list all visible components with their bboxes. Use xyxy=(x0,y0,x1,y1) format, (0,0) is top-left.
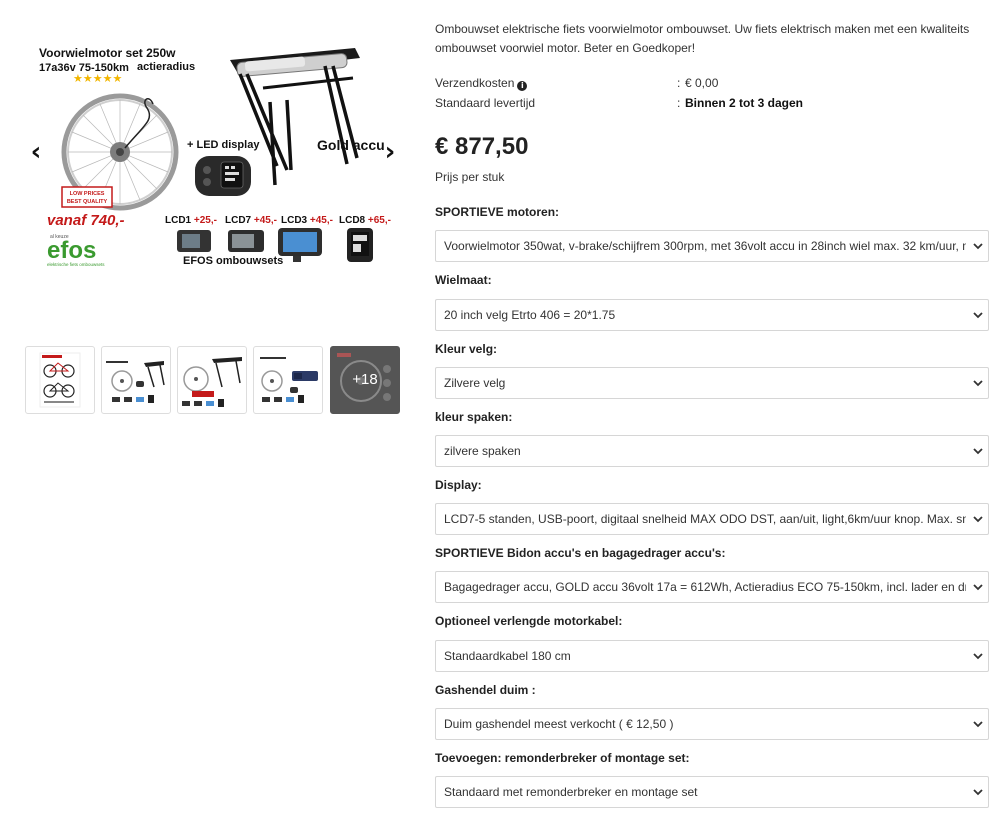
option-selected-value-3: Zilvere velg xyxy=(444,376,506,390)
chevron-down-icon xyxy=(973,516,983,523)
chevron-down-icon xyxy=(973,721,983,728)
chevron-down-icon xyxy=(973,584,983,591)
option-label-9: Toevoegen: remonderbreker of montage set… xyxy=(435,751,690,765)
chevron-down-icon xyxy=(973,653,983,660)
option-select-4[interactable]: zilvere spaken xyxy=(435,435,989,467)
image-caption: EFOS ombouwsets xyxy=(183,255,283,267)
option-selected-value-6: Bagagedrager accu, GOLD accu 36volt 17a … xyxy=(444,580,966,594)
option-label-7: Optioneel verlengde motorkabel: xyxy=(435,614,623,628)
option-select-9[interactable]: Standaard met remonderbreker en montage … xyxy=(435,776,989,808)
led-display-label: + LED display xyxy=(187,139,260,151)
option-label-6: SPORTIEVE Bidon accu's en bagagedrager a… xyxy=(435,546,726,560)
thumbnail-4[interactable] xyxy=(253,346,323,414)
brand-tagline: elektrische fiets ombouwsets xyxy=(47,262,105,267)
arrow-right-icon: › xyxy=(384,137,396,167)
delivery-colon: : xyxy=(677,96,681,110)
option-select-2[interactable]: 20 inch velg Etrto 406 = 20*1.75 xyxy=(435,299,989,331)
svg-text:LCD8 +65,-: LCD8 +65,- xyxy=(339,215,391,226)
option-selected-value-4: zilvere spaken xyxy=(444,444,521,458)
option-label-8: Gashendel duim : xyxy=(435,683,536,697)
option-select-7[interactable]: Standaardkabel 180 cm xyxy=(435,640,989,672)
option-select-6[interactable]: Bagagedrager accu, GOLD accu 36volt 17a … xyxy=(435,571,989,603)
shipping-row: Verzendkosten i : € 0,00 xyxy=(435,75,990,91)
delivery-row: Standaard levertijd : Binnen 2 tot 3 dag… xyxy=(435,95,990,111)
shipping-label: Verzendkosten xyxy=(435,76,515,90)
brand-logo: efos xyxy=(47,237,96,264)
option-label-5: Display: xyxy=(435,478,482,492)
option-select-8[interactable]: Duim gashendel meest verkocht ( € 12,50 … xyxy=(435,708,989,740)
option-selected-value-8: Duim gashendel meest verkocht ( € 12,50 … xyxy=(444,717,674,731)
info-icon[interactable]: i xyxy=(517,81,528,91)
option-selected-value-1: Voorwielmotor 350wat, v-brake/schijfrem … xyxy=(444,239,966,253)
chevron-down-icon xyxy=(973,789,983,796)
thumbnail-more[interactable]: +18 xyxy=(330,346,400,414)
thumbnail-strip: +18 xyxy=(25,346,401,414)
svg-text:BEST QUALITY: BEST QUALITY xyxy=(67,199,108,205)
chevron-down-icon xyxy=(973,243,983,250)
arrow-left-icon: ‹ xyxy=(30,137,42,167)
image-headline-3: actieradius xyxy=(137,61,195,73)
led-display-illustration xyxy=(195,156,251,196)
option-label-2: Wielmaat: xyxy=(435,273,492,287)
thumbnail-1[interactable] xyxy=(25,346,95,414)
chevron-down-icon xyxy=(973,380,983,387)
thumbnail-3[interactable] xyxy=(177,346,247,414)
delivery-label: Standaard levertijd xyxy=(435,96,536,110)
option-select-1[interactable]: Voorwielmotor 350wat, v-brake/schijfrem … xyxy=(435,230,989,262)
battery-kit-thumbnail-image xyxy=(260,357,318,403)
lcd-option-1: LCD1 +25,- xyxy=(165,215,217,252)
svg-text:LCD1 +25,-: LCD1 +25,- xyxy=(165,215,217,226)
gold-accu-label: Gold accu xyxy=(317,137,385,153)
chevron-down-icon xyxy=(973,312,983,319)
more-images-count: +18 xyxy=(352,371,378,388)
option-select-5[interactable]: LCD7-5 standen, USB-poort, digitaal snel… xyxy=(435,503,989,535)
option-selected-value-2: 20 inch velg Etrto 406 = 20*1.75 xyxy=(444,308,616,322)
option-selected-value-7: Standaardkabel 180 cm xyxy=(444,649,571,663)
option-label-1: SPORTIEVE motoren: xyxy=(435,205,560,219)
svg-text:LCD3 +45,-: LCD3 +45,- xyxy=(281,215,333,226)
svg-text:LCD7 +45,-: LCD7 +45,- xyxy=(225,215,277,226)
option-select-3[interactable]: Zilvere velg xyxy=(435,367,989,399)
next-image-button[interactable]: › xyxy=(378,137,402,167)
product-price: € 877,50 xyxy=(435,133,529,160)
thumbnail-2[interactable] xyxy=(101,346,171,414)
from-price: vanaf 740,- xyxy=(47,212,125,229)
option-label-3: Kleur velg: xyxy=(435,342,498,356)
shipping-colon: : xyxy=(677,76,681,90)
rating-stars: ★★★★★ xyxy=(73,72,122,85)
kit-thumbnail-image-alt xyxy=(182,357,242,407)
product-gallery: Voorwielmotor set 250w 17a36v 75-150km a… xyxy=(0,0,420,825)
image-headline-1: Voorwielmotor set 250w xyxy=(39,46,176,60)
chevron-down-icon xyxy=(973,448,983,455)
prev-image-button[interactable]: ‹ xyxy=(24,137,48,167)
kit-thumbnail-image xyxy=(106,361,165,403)
delivery-value: Binnen 2 tot 3 dagen xyxy=(685,96,804,110)
price-unit: Prijs per stuk xyxy=(435,170,505,184)
option-label-4: kleur spaken: xyxy=(435,410,513,424)
option-selected-value-5: LCD7-5 standen, USB-poort, digitaal snel… xyxy=(444,512,966,526)
lcd-option-7: LCD7 +45,- xyxy=(225,215,277,252)
lcd-option-3: LCD3 +45,- xyxy=(278,215,333,262)
low-prices-badge: LOW PRICES BEST QUALITY xyxy=(61,186,113,208)
lcd-option-8: LCD8 +65,- xyxy=(339,215,391,262)
shipping-value: € 0,00 xyxy=(685,76,719,90)
svg-text:LOW PRICES: LOW PRICES xyxy=(70,191,105,197)
main-product-image[interactable]: Voorwielmotor set 250w 17a36v 75-150km a… xyxy=(25,30,400,280)
product-description: Ombouwset elektrische fiets voorwielmoto… xyxy=(435,22,970,55)
bicycles-thumbnail-image xyxy=(39,352,81,408)
option-selected-value-9: Standaard met remonderbreker en montage … xyxy=(444,785,698,799)
